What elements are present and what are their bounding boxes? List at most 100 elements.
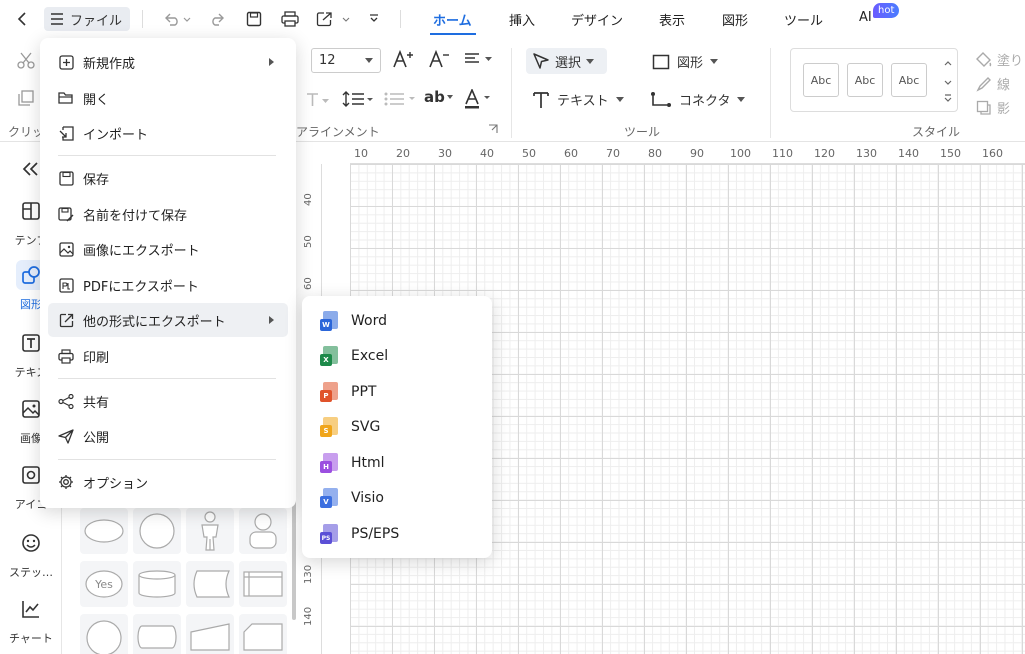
caret-down-icon <box>586 58 595 64</box>
redo-icon[interactable] <box>206 7 230 31</box>
menu-item-import[interactable]: インポート <box>48 116 288 150</box>
increase-font-icon[interactable] <box>392 50 414 68</box>
tab-insert[interactable]: 挿入 <box>509 10 535 29</box>
print-icon[interactable] <box>278 7 302 31</box>
export-svg[interactable]: S SVG <box>310 410 484 444</box>
menu-item-print[interactable]: 印刷 <box>48 339 288 373</box>
export-excel[interactable]: X Excel <box>310 339 484 373</box>
font-size-value: 12 <box>319 53 336 68</box>
menu-item-save[interactable]: 保存 <box>48 161 288 195</box>
tab-home[interactable]: ホーム <box>433 10 472 29</box>
font-color-icon[interactable] <box>463 89 493 109</box>
horizontal-ruler: 10 20 30 40 50 60 70 80 90 100 110 120 1… <box>350 142 1025 164</box>
menu-item-export-other[interactable]: 他の形式にエクスポート <box>48 303 288 337</box>
export-visio[interactable]: V Visio <box>310 481 484 515</box>
export-ppt[interactable]: P PPT <box>310 375 484 409</box>
text-style-icon[interactable] <box>306 92 330 108</box>
sidebar-item-chart[interactable]: チャート <box>0 594 62 646</box>
toolbar-divider <box>142 10 143 28</box>
file-menu-button[interactable]: ファイル <box>44 7 130 31</box>
connector-tool-button[interactable]: コネクタ <box>650 90 746 109</box>
file-menu-label: ファイル <box>70 13 123 29</box>
font-size-select[interactable]: 12 <box>311 48 381 73</box>
decrease-font-icon[interactable] <box>428 50 450 68</box>
tab-design[interactable]: デザイン <box>571 10 623 29</box>
gallery-scroll-icon[interactable] <box>943 57 953 105</box>
sidebar-item-stickers[interactable]: ステッ… <box>0 528 62 580</box>
export-html[interactable]: H Html <box>310 446 484 480</box>
circle-shape[interactable] <box>80 614 128 654</box>
horizontal-cylinder-shape[interactable] <box>133 614 181 654</box>
export-ps-eps[interactable]: PS PS/EPS <box>310 517 484 551</box>
export-pdf-icon <box>58 277 74 293</box>
tab-shapes[interactable]: 図形 <box>722 10 748 29</box>
ruler-tick-label: 140 <box>898 147 919 160</box>
export-format-label: PPT <box>351 384 377 400</box>
line-button[interactable]: 線 <box>976 74 1010 93</box>
menu-item-label: 開く <box>83 92 110 108</box>
group-label-tool: ツール <box>624 125 661 139</box>
back-icon[interactable] <box>10 7 34 31</box>
caret-down-icon <box>737 97 746 102</box>
user-shape[interactable] <box>239 508 287 554</box>
stored-data-shape[interactable] <box>186 561 234 607</box>
manual-input-shape[interactable] <box>186 614 234 654</box>
tab-ai[interactable]: AI <box>859 10 872 25</box>
dialog-launcher-icon[interactable] <box>488 124 498 134</box>
ruler-tick-label: 120 <box>814 147 835 160</box>
style-sample[interactable]: Abc <box>847 63 883 97</box>
top-toolbar: ファイル ホーム 挿入 デザイン 表示 図形 ツール AI hot <box>0 0 1025 38</box>
ruler-tick-label: 130 <box>856 147 877 160</box>
shadow-button[interactable]: 影 <box>976 98 1010 117</box>
shadow-label: 影 <box>997 102 1011 117</box>
ruler-tick-label: 40 <box>303 193 314 206</box>
internal-storage-shape[interactable] <box>239 561 287 607</box>
tab-tools[interactable]: ツール <box>784 10 823 29</box>
export-share-icon[interactable] <box>314 7 352 31</box>
menu-item-new[interactable]: 新規作成 <box>48 45 288 79</box>
actor-shape[interactable] <box>186 508 234 554</box>
import-icon <box>58 125 74 141</box>
publish-icon <box>58 428 74 444</box>
save-icon[interactable] <box>242 7 266 31</box>
menu-item-publish[interactable]: 公開 <box>48 419 288 453</box>
decision-ellipse-shape[interactable]: Yes <box>80 561 128 607</box>
cylinder-shape[interactable] <box>133 561 181 607</box>
line-spacing-icon[interactable] <box>342 91 374 107</box>
toolbar-divider <box>400 10 401 28</box>
align-text-icon[interactable] <box>464 52 494 66</box>
connector-icon <box>651 91 671 107</box>
text-case-icon[interactable]: ab <box>424 88 455 106</box>
copy-icon[interactable] <box>18 90 34 106</box>
menu-item-export-pdf[interactable]: PDFにエクスポート <box>48 268 288 302</box>
bullet-list-icon[interactable] <box>384 92 416 106</box>
menu-item-export-image[interactable]: 画像にエクスポート <box>48 232 288 266</box>
style-sample[interactable]: Abc <box>803 63 839 97</box>
undo-icon[interactable] <box>160 7 194 31</box>
ruler-tick-label: 80 <box>648 147 662 160</box>
cut-icon[interactable] <box>16 52 36 70</box>
visio-file-icon: V <box>320 488 340 508</box>
menu-item-options[interactable]: オプション <box>48 465 288 499</box>
file-menu: 新規作成 開く インポート 保存 名前を付けて保存 画像にエクスポート PDFに… <box>40 38 296 508</box>
ppt-file-icon: P <box>320 382 340 402</box>
ellipse-shape[interactable] <box>80 508 128 554</box>
tab-view[interactable]: 表示 <box>659 10 685 29</box>
chart-icon <box>16 594 46 624</box>
menu-item-share[interactable]: 共有 <box>48 384 288 418</box>
select-tool-button[interactable]: 選択 <box>526 48 607 74</box>
collapse-sidebar-icon[interactable] <box>22 162 40 176</box>
fill-button[interactable]: 塗り <box>976 50 1023 69</box>
style-sample[interactable]: Abc <box>891 63 927 97</box>
menu-item-open[interactable]: 開く <box>48 81 288 115</box>
export-word[interactable]: W Word <box>310 304 484 338</box>
card-shape[interactable] <box>239 614 287 654</box>
more-chevron-icon[interactable] <box>364 7 384 31</box>
export-format-label: Visio <box>351 490 384 506</box>
shape-tool-button[interactable]: 図形 <box>652 52 719 71</box>
text-tool-button[interactable]: テキスト <box>532 90 624 109</box>
menu-item-save-as[interactable]: 名前を付けて保存 <box>48 197 288 231</box>
circle-shape[interactable] <box>133 508 181 554</box>
export-format-label: Excel <box>351 348 389 364</box>
submenu-arrow-icon <box>269 316 274 324</box>
